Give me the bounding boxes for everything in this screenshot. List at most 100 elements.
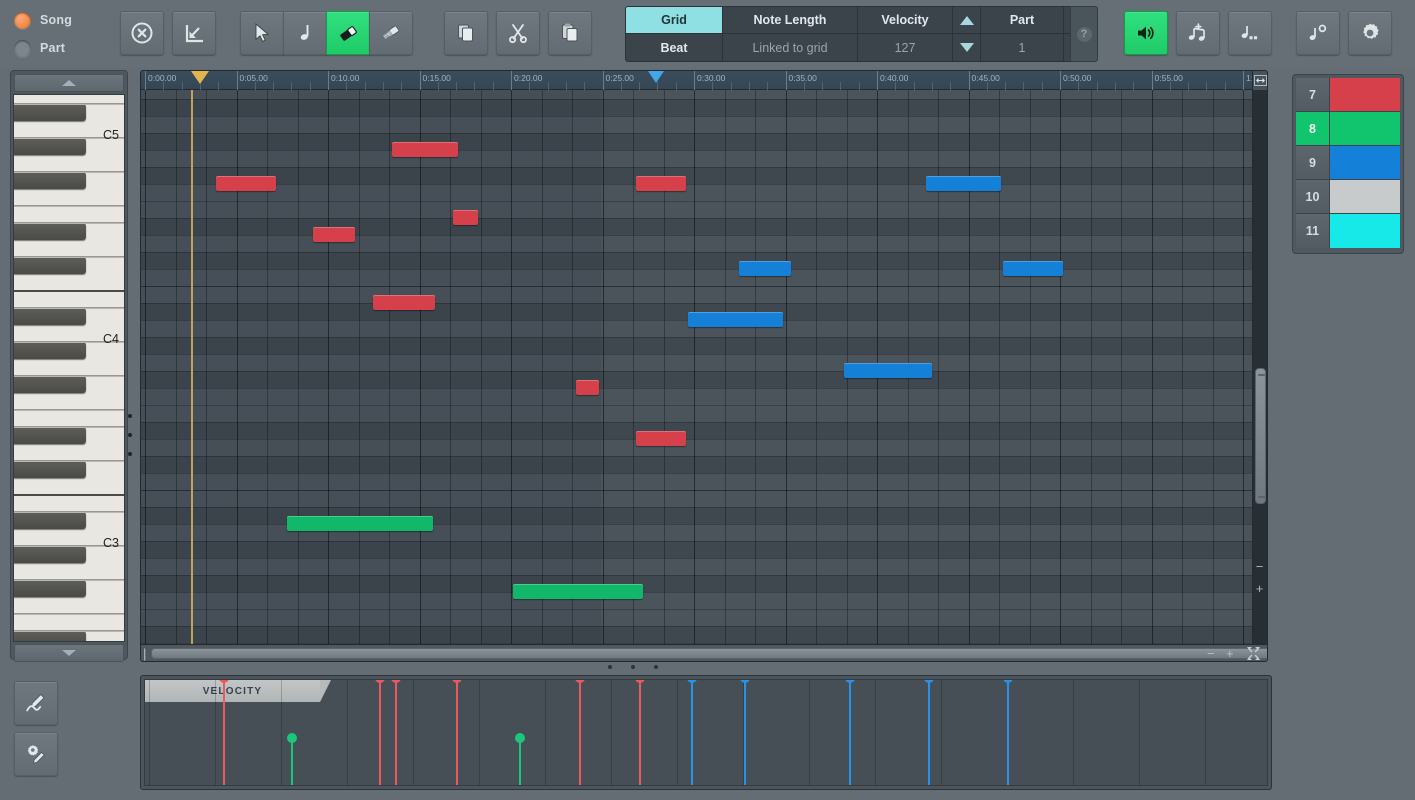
velocity-stem[interactable] [639,679,641,785]
grid-vscroll-thumb[interactable] [1255,368,1266,504]
automation-settings-tool[interactable] [14,732,58,776]
piano-white-key[interactable] [14,393,125,410]
ruler-fit-button[interactable] [1252,71,1267,90]
hscroll-left-button[interactable]: | [143,646,146,661]
velocity-handle[interactable] [924,679,934,683]
piano-white-key[interactable] [14,189,125,206]
param-note-length[interactable]: Note Length Linked to grid [723,7,858,61]
piano-keys[interactable]: C5C4C3 [13,94,125,642]
velocity-stem[interactable] [456,679,458,785]
piano-black-key[interactable] [14,376,86,393]
velocity-stem[interactable] [744,679,746,785]
track-number[interactable]: 8 [1296,112,1330,145]
piano-white-key[interactable] [14,155,125,172]
velocity-increase-button[interactable] [953,7,980,34]
piano-black-key[interactable] [14,546,86,563]
piano-white-key[interactable] [14,444,125,461]
radio-option-part[interactable]: Part [14,34,104,62]
track-color-swatch[interactable] [1330,78,1400,111]
velocity-handle[interactable] [740,679,750,683]
grid-horizontal-scrollbar[interactable]: | − + [141,644,1268,661]
param-part-value[interactable]: 1 [981,34,1063,61]
param-part-header[interactable]: Part [981,7,1063,34]
velocity-stem[interactable] [579,679,581,785]
import-button[interactable] [172,11,216,55]
playhead-marker[interactable] [191,71,209,84]
velocity-handle[interactable] [287,733,297,743]
settings-button[interactable] [1348,11,1392,55]
erase-tool[interactable] [326,11,370,55]
midi-note[interactable] [636,176,686,191]
timeline-ruler[interactable]: 0:00.000:05.000:10.000:15.000:20.000:25.… [141,71,1254,90]
draw-note-tool[interactable] [283,11,327,55]
velocity-handle[interactable] [845,679,855,683]
velocity-stem[interactable] [379,679,381,785]
piano-white-key[interactable] [14,94,125,104]
audition-button[interactable] [1124,11,1168,55]
cut-button[interactable] [496,11,540,55]
velocity-stem[interactable] [519,738,521,785]
piano-black-key[interactable] [14,580,86,597]
track-row[interactable]: 7 [1296,78,1400,112]
keyboard-resize-handle[interactable] [125,407,134,463]
midi-note[interactable] [688,312,783,327]
velocity-stem[interactable] [849,679,851,785]
track-number[interactable]: 7 [1296,78,1330,111]
track-color-swatch[interactable] [1330,146,1400,179]
midi-note[interactable] [287,516,433,531]
note-canvas[interactable] [141,90,1254,646]
midi-note[interactable] [513,584,643,599]
piano-white-key[interactable] [14,563,125,580]
piano-black-key[interactable] [14,342,86,359]
delete-all-button[interactable] [120,11,164,55]
piano-black-key[interactable] [14,512,86,529]
velocity-handle[interactable] [575,679,585,683]
velocity-stem[interactable] [223,679,225,785]
midi-note[interactable] [926,176,1001,191]
track-row[interactable]: 10 [1296,180,1400,214]
midi-note[interactable] [576,380,599,395]
param-velocity-value[interactable]: 127 [858,34,952,61]
select-tool[interactable] [240,11,284,55]
midi-note[interactable] [216,176,276,191]
piano-white-key[interactable] [14,410,125,427]
zoom-out-horizontal-button[interactable]: − [1207,646,1215,661]
velocity-stem[interactable] [395,679,397,785]
velocity-panel-resize-handle[interactable] [608,665,658,669]
piano-black-key[interactable] [14,427,86,444]
midi-note[interactable] [844,363,932,378]
track-color-swatch[interactable] [1330,214,1400,248]
param-note-length-value[interactable]: Linked to grid [723,34,857,61]
velocity-lane-tab[interactable]: VELOCITY [145,680,320,702]
add-note-button[interactable] [1176,11,1220,55]
piano-black-key[interactable] [14,223,86,240]
copy-button[interactable] [444,11,488,55]
velocity-stem[interactable] [291,738,293,785]
legato-button[interactable] [1228,11,1272,55]
track-number[interactable]: 10 [1296,180,1330,213]
midi-note[interactable] [636,431,686,446]
param-grid[interactable]: Grid Beat [626,7,723,61]
piano-black-key[interactable] [14,631,86,642]
grid-hscroll-thumb[interactable] [151,648,1268,659]
velocity-stem[interactable] [1007,679,1009,785]
paste-button[interactable] [548,11,592,55]
grid-fit-button[interactable] [1246,646,1261,662]
piano-white-key[interactable] [14,478,125,495]
piano-white-key[interactable] [14,291,125,308]
param-velocity[interactable]: Velocity 127 [858,7,953,61]
piano-white-key[interactable] [14,597,125,614]
piano-white-key[interactable] [14,240,125,257]
paint-tool[interactable] [369,11,413,55]
zoom-in-vertical-button[interactable]: + [1253,582,1266,597]
track-number[interactable]: 11 [1296,214,1330,248]
piano-white-key[interactable] [14,359,125,376]
velocity-stem[interactable] [928,679,930,785]
loop-marker[interactable] [648,71,664,83]
velocity-lane[interactable]: VELOCITY [144,679,1268,786]
zoom-out-vertical-button[interactable]: − [1253,560,1266,575]
piano-white-key[interactable] [14,495,125,512]
velocity-handle[interactable] [375,679,385,683]
keyboard-scroll-up-button[interactable] [14,74,124,92]
midi-note[interactable] [453,210,478,225]
